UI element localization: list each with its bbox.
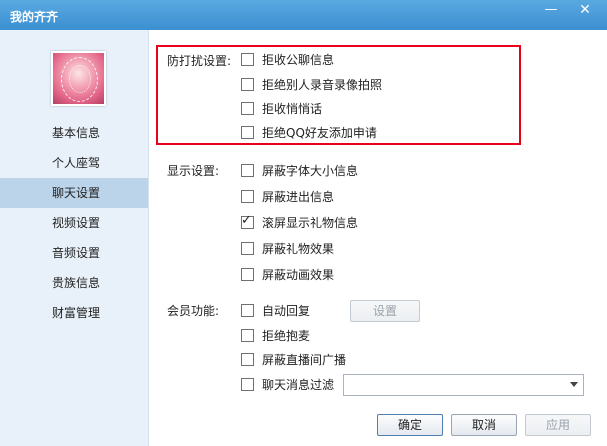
checkbox-label: 拒收悄悄话 — [262, 101, 323, 116]
checkbox-label: 自动回复 — [262, 303, 311, 318]
checkbox-reject-recording[interactable]: 拒绝别人录音录像拍照 — [241, 75, 382, 93]
checkbox-block-animation[interactable]: 屏蔽动画效果 — [241, 265, 334, 283]
checkbox-chat-filter[interactable]: 聊天消息过滤 — [241, 375, 334, 393]
sidebar-item-audio-settings[interactable]: 音频设置 — [0, 238, 148, 268]
checkbox-box-checked[interactable] — [241, 213, 254, 229]
checkbox-reject-qq-friend[interactable]: 拒绝QQ好友添加申请 — [241, 123, 377, 141]
checkbox-label: 屏蔽礼物效果 — [262, 241, 335, 256]
checkbox-box[interactable] — [241, 189, 254, 203]
checkbox-reject-public-chat[interactable]: 拒收公聊信息 — [241, 50, 334, 68]
chevron-down-icon[interactable] — [570, 382, 578, 387]
sidebar-item-video-settings[interactable]: 视频设置 — [0, 208, 148, 238]
checkbox-label: 拒收公聊信息 — [262, 52, 335, 67]
checkbox-box[interactable] — [241, 163, 254, 177]
avatar — [51, 51, 106, 106]
avatar-glow-inner — [69, 65, 91, 93]
cancel-button[interactable]: 取消 — [451, 414, 517, 436]
checkbox-label: 屏蔽动画效果 — [262, 267, 335, 282]
checkbox-block-gift-effect[interactable]: 屏蔽礼物效果 — [241, 239, 334, 257]
minimize-icon[interactable]: — — [540, 2, 562, 20]
checkbox-reject-whisper[interactable]: 拒收悄悄话 — [241, 99, 322, 117]
checkbox-box[interactable] — [241, 52, 254, 66]
member-functions-label: 会员功能: — [167, 304, 220, 318]
checkbox-block-font-size[interactable]: 屏蔽字体大小信息 — [241, 161, 358, 179]
checkbox-label: 滚屏显示礼物信息 — [262, 215, 359, 230]
title-bar: 我的齐齐 — ✕ — [0, 0, 607, 30]
checkbox-box[interactable] — [241, 125, 254, 139]
checkbox-label: 拒绝抱麦 — [262, 328, 311, 343]
sidebar-item-basic-info[interactable]: 基本信息 — [0, 118, 148, 148]
checkbox-label: 聊天消息过滤 — [262, 377, 335, 392]
window-title: 我的齐齐 — [10, 10, 59, 24]
checkbox-box[interactable] — [241, 241, 254, 255]
checkbox-block-enter-exit[interactable]: 屏蔽进出信息 — [241, 187, 334, 205]
checkbox-box[interactable] — [241, 377, 254, 391]
sidebar-item-wealth-management[interactable]: 财富管理 — [0, 298, 148, 328]
display-settings-label: 显示设置: — [167, 164, 220, 178]
checkbox-auto-reply[interactable]: 自动回复 — [241, 301, 310, 319]
checkbox-box[interactable] — [241, 328, 254, 342]
checkbox-label: 屏蔽字体大小信息 — [262, 163, 359, 178]
checkbox-box[interactable] — [241, 303, 254, 317]
checkbox-box[interactable] — [241, 352, 254, 366]
checkbox-reject-mic-hold[interactable]: 拒绝抱麦 — [241, 326, 310, 344]
auto-reply-settings-button[interactable]: 设置 — [350, 300, 420, 322]
sidebar-item-chat-settings[interactable]: 聊天设置 — [0, 178, 148, 208]
sidebar: 基本信息 个人座驾 聊天设置 视频设置 音频设置 贵族信息 财富管理 — [0, 30, 149, 446]
ok-button[interactable]: 确定 — [377, 414, 443, 436]
checkbox-label: 拒绝QQ好友添加申请 — [262, 125, 377, 140]
anti-disturb-label: 防打扰设置: — [167, 54, 232, 68]
checkbox-block-room-broadcast[interactable]: 屏蔽直播间广播 — [241, 350, 346, 368]
sidebar-item-personal-car[interactable]: 个人座驾 — [0, 148, 148, 178]
checkbox-box[interactable] — [241, 267, 254, 281]
close-icon[interactable]: ✕ — [574, 2, 596, 20]
checkbox-box[interactable] — [241, 77, 254, 91]
checkbox-label: 拒绝别人录音录像拍照 — [262, 77, 383, 92]
checkbox-scroll-gift-info[interactable]: 滚屏显示礼物信息 — [241, 213, 358, 231]
checkbox-label: 屏蔽直播间广播 — [262, 352, 347, 367]
chat-filter-dropdown[interactable] — [343, 374, 584, 396]
sidebar-item-noble-info[interactable]: 贵族信息 — [0, 268, 148, 298]
apply-button[interactable]: 应用 — [525, 414, 591, 436]
checkbox-box[interactable] — [241, 101, 254, 115]
checkbox-label: 屏蔽进出信息 — [262, 189, 335, 204]
